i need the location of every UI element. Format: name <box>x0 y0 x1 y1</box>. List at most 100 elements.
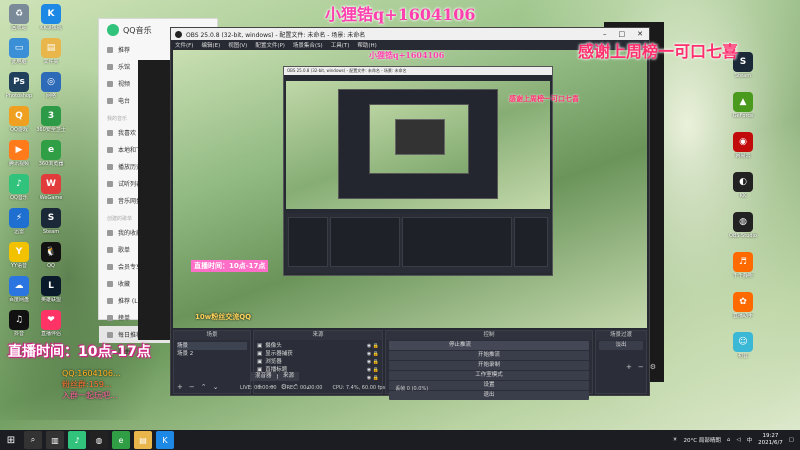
network-icon[interactable]: ⌂ <box>727 437 731 443</box>
nav-item-label: 歌单 <box>118 247 131 254</box>
taskbar-kk-icon[interactable]: K <box>156 431 174 449</box>
stream-dropdown[interactable]: 停止推流 <box>389 341 589 350</box>
dock-item-label: 浏览器 <box>265 359 282 365</box>
close-icon[interactable]: ✕ <box>637 30 643 38</box>
control-button[interactable]: 开始推流 <box>389 351 589 360</box>
obs-preview[interactable]: OBS 25.0.8 (32-bit, windows) - 配置文件: 未命名… <box>173 50 647 328</box>
obs-menu-item[interactable]: 场景集合(S) <box>293 41 323 49</box>
nested-docks <box>286 213 550 273</box>
taskbar-browser-icon[interactable]: e <box>112 431 130 449</box>
scene-item[interactable]: 场景 2 <box>177 350 247 358</box>
desktop-icon[interactable]: 3 360安全卫士 <box>36 106 66 134</box>
transitions-toolbar: + − ⚙ <box>626 363 656 371</box>
down-icon[interactable]: ⌄ <box>213 383 219 391</box>
visibility-lock-icon[interactable]: ◉ 🔒 <box>367 350 379 358</box>
remove-transition-icon[interactable]: − <box>638 363 644 371</box>
taskbar-search-icon[interactable]: ⌕ <box>24 431 42 449</box>
nested-obs-title: OBS 25.0.8 (32-bit, windows) - 配置文件: 未命名… <box>284 67 552 75</box>
app-icon: ◍ <box>733 212 753 232</box>
desktop-icon-label: 迅雷 <box>13 229 24 235</box>
desktop-icon[interactable]: L 英雄联盟 <box>36 276 66 304</box>
weather-text[interactable]: 20°C 局部晴朗 <box>684 436 721 444</box>
desktop-icon[interactable]: ▲ GeForce <box>728 92 758 120</box>
taskbar-obs-icon[interactable]: ◍ <box>90 431 108 449</box>
tab-sources[interactable]: 来源 <box>278 372 300 381</box>
desktop-icon[interactable]: Y YY语音 <box>4 242 34 270</box>
desktop-icon[interactable]: ♫ 抖音 <box>4 310 34 338</box>
weather-icon[interactable]: ☀ <box>673 437 678 443</box>
notification-icon[interactable]: ▢ <box>789 437 794 443</box>
clock-date: 2021/6/7 <box>758 440 783 446</box>
transition-select[interactable]: 淡出 <box>599 341 643 350</box>
app-icon: Ps <box>9 72 29 92</box>
maximize-icon[interactable]: □ <box>619 30 626 38</box>
desktop-icon[interactable]: ⚡ 迅雷 <box>4 208 34 236</box>
desktop-icon[interactable]: W WeGame <box>36 174 66 202</box>
taskbar-start-icon[interactable]: ⊞ <box>0 430 22 450</box>
desktop-icon[interactable]: ▤ 文件夹 <box>36 38 66 66</box>
desktop-icon[interactable]: ▭ 此电脑 <box>4 38 34 66</box>
qq-music-logo-icon <box>107 24 119 36</box>
desktop-icon-label: 回收站 <box>11 25 27 31</box>
desktop-icon[interactable]: Ps Photoshop <box>4 72 34 100</box>
desktop-icon[interactable]: ♻ 回收站 <box>4 4 34 32</box>
transition-gear-icon[interactable]: ⚙ <box>650 363 656 371</box>
source-item[interactable]: ▣ 浏览器 ◉ 🔒 <box>257 358 379 366</box>
chat-line: 粉丝群:159... <box>62 380 112 389</box>
control-button[interactable]: 工作室模式 <box>389 371 589 380</box>
desktop-icon[interactable]: ◍ OBS Studio <box>728 212 758 240</box>
source-item[interactable]: ▣ 显示器捕获 ◉ 🔒 <box>257 350 379 358</box>
obs-menu-item[interactable]: 工具(T) <box>331 41 350 49</box>
taskbar-taskview-icon[interactable]: ▥ <box>46 431 64 449</box>
sources-dock-title: 来源 <box>254 331 382 340</box>
tab-mixer[interactable]: 混音器 <box>250 372 277 381</box>
up-icon[interactable]: ⌃ <box>201 383 207 391</box>
remove-icon[interactable]: − <box>189 383 195 391</box>
obs-window[interactable]: OBS 25.0.8 (32-bit, windows) - 配置文件: 未命名… <box>170 27 656 400</box>
clock[interactable]: 19:27 2021/6/7 <box>758 433 783 447</box>
obs-menu-item[interactable]: 视图(V) <box>228 41 247 49</box>
control-button[interactable]: 开始录制 <box>389 361 589 370</box>
scene-item[interactable]: 场景 <box>177 342 247 350</box>
nav-item-icon <box>107 129 113 136</box>
obs-menu-item[interactable]: 文件(F) <box>175 41 193 49</box>
desktop-icon[interactable]: K KK录像机 <box>36 4 66 32</box>
volume-icon[interactable]: ◁ <box>736 437 740 443</box>
desktop-icon-label: WeGame <box>39 195 63 201</box>
desktop-icon[interactable]: S Steam <box>36 208 66 236</box>
desktop-icon-label: 千千静听 <box>732 273 753 279</box>
visibility-lock-icon[interactable]: ◉ 🔒 <box>367 366 379 374</box>
visibility-lock-icon[interactable]: ◉ 🔒 <box>367 358 379 366</box>
nav-item-icon <box>107 331 113 338</box>
desktop-icon[interactable]: e 360浏览器 <box>36 140 66 168</box>
minimize-icon[interactable]: – <box>603 30 607 38</box>
desktop-icon[interactable]: ♪ QQ音乐 <box>4 174 34 202</box>
nav-item-icon <box>107 146 113 153</box>
desktop-icon[interactable]: ▶ 腾讯视频 <box>4 140 34 168</box>
obs-menu-item[interactable]: 配置文件(P) <box>255 41 285 49</box>
desktop-icon[interactable]: ✿ 直播助手 <box>728 292 758 320</box>
visibility-lock-icon[interactable]: ◉ 🔒 <box>367 374 379 382</box>
desktop-icon[interactable]: ◎ 网络 <box>36 72 66 100</box>
obs-menu-item[interactable]: 帮助(H) <box>357 41 376 49</box>
desktop-icon[interactable]: ❤ 直播伴侣 <box>36 310 66 338</box>
source-item[interactable]: ▣ 摄像头 ◉ 🔒 <box>257 342 379 350</box>
visibility-lock-icon[interactable]: ◉ 🔒 <box>367 342 379 350</box>
add-icon[interactable]: + <box>177 383 183 391</box>
input-language[interactable]: 中 <box>747 436 753 444</box>
taskbar-qqmusic-icon[interactable]: ♪ <box>68 431 86 449</box>
taskbar-explorer-icon[interactable]: ▤ <box>134 431 152 449</box>
desktop-icon[interactable]: 🐧 QQ <box>36 242 66 270</box>
obs-menu-item[interactable]: 编辑(E) <box>201 41 220 49</box>
desktop-icon[interactable]: ☁ 百度网盘 <box>4 276 34 304</box>
desktop-icon[interactable]: Q QQ游戏 <box>4 106 34 134</box>
add-transition-icon[interactable]: + <box>626 363 632 371</box>
preview-fans-group: 10w粉丝交流QQ <box>195 313 252 321</box>
desktop-icon-label: QQ <box>47 263 55 269</box>
desktop-icon-label: 初音 <box>737 353 748 359</box>
desktop-icon[interactable]: ◉ 网易云 <box>728 132 758 160</box>
desktop-icon[interactable]: ◐ KK <box>728 172 758 200</box>
scenes-list: 场景 场景 2 <box>174 340 250 360</box>
desktop-icon[interactable]: ♬ 千千静听 <box>728 252 758 280</box>
desktop-icon[interactable]: ☺ 初音 <box>728 332 758 360</box>
